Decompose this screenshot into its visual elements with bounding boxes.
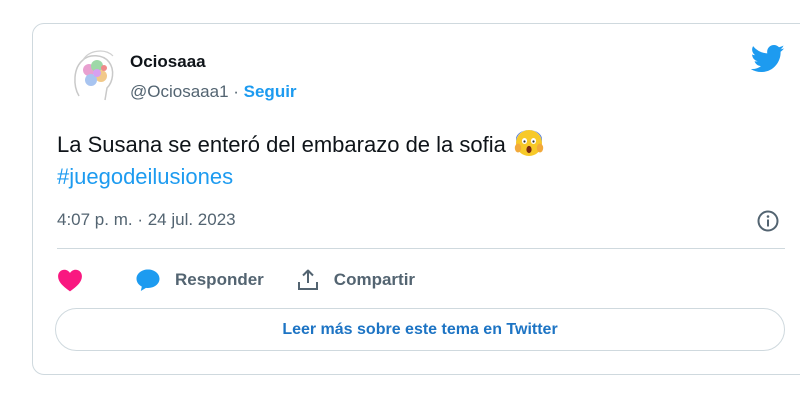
reply-label: Responder	[175, 270, 264, 289]
meta-separator: ·	[228, 82, 244, 101]
share-label: Compartir	[333, 270, 416, 289]
info-icon[interactable]	[756, 209, 780, 233]
share-button[interactable]: Compartir	[296, 268, 415, 292]
author-meta: @Ociosaaa1 · Seguir	[130, 82, 297, 102]
tweet-text: La Susana se enteró del embarazo de la s…	[57, 128, 544, 193]
like-button[interactable]	[57, 268, 83, 292]
hashtag-link[interactable]: #juegodeilusiones	[57, 161, 544, 193]
author-name[interactable]: Ociosaaa	[130, 52, 206, 72]
screaming-face-emoji-icon	[514, 128, 544, 158]
tweet-actions: Responder Compartir	[57, 264, 415, 296]
divider	[57, 248, 785, 249]
read-more-button[interactable]: Leer más sobre este tema en Twitter	[55, 308, 785, 351]
reply-button[interactable]: Responder	[135, 268, 264, 292]
follow-button[interactable]: Seguir	[244, 82, 297, 101]
author-handle[interactable]: @Ociosaaa1	[130, 82, 229, 101]
twitter-bird-icon[interactable]	[750, 44, 785, 74]
tweet-timestamp[interactable]: 4:07 p. m. · 24 jul. 2023	[57, 210, 236, 230]
tweet-card: Ociosaaa @Ociosaaa1 · Seguir La Susana s…	[32, 23, 800, 375]
heart-icon	[57, 268, 83, 292]
speech-bubble-icon	[135, 268, 175, 292]
tweet-body: La Susana se enteró del embarazo de la s…	[57, 132, 506, 157]
share-upload-icon	[296, 268, 334, 292]
avatar[interactable]	[69, 46, 117, 106]
